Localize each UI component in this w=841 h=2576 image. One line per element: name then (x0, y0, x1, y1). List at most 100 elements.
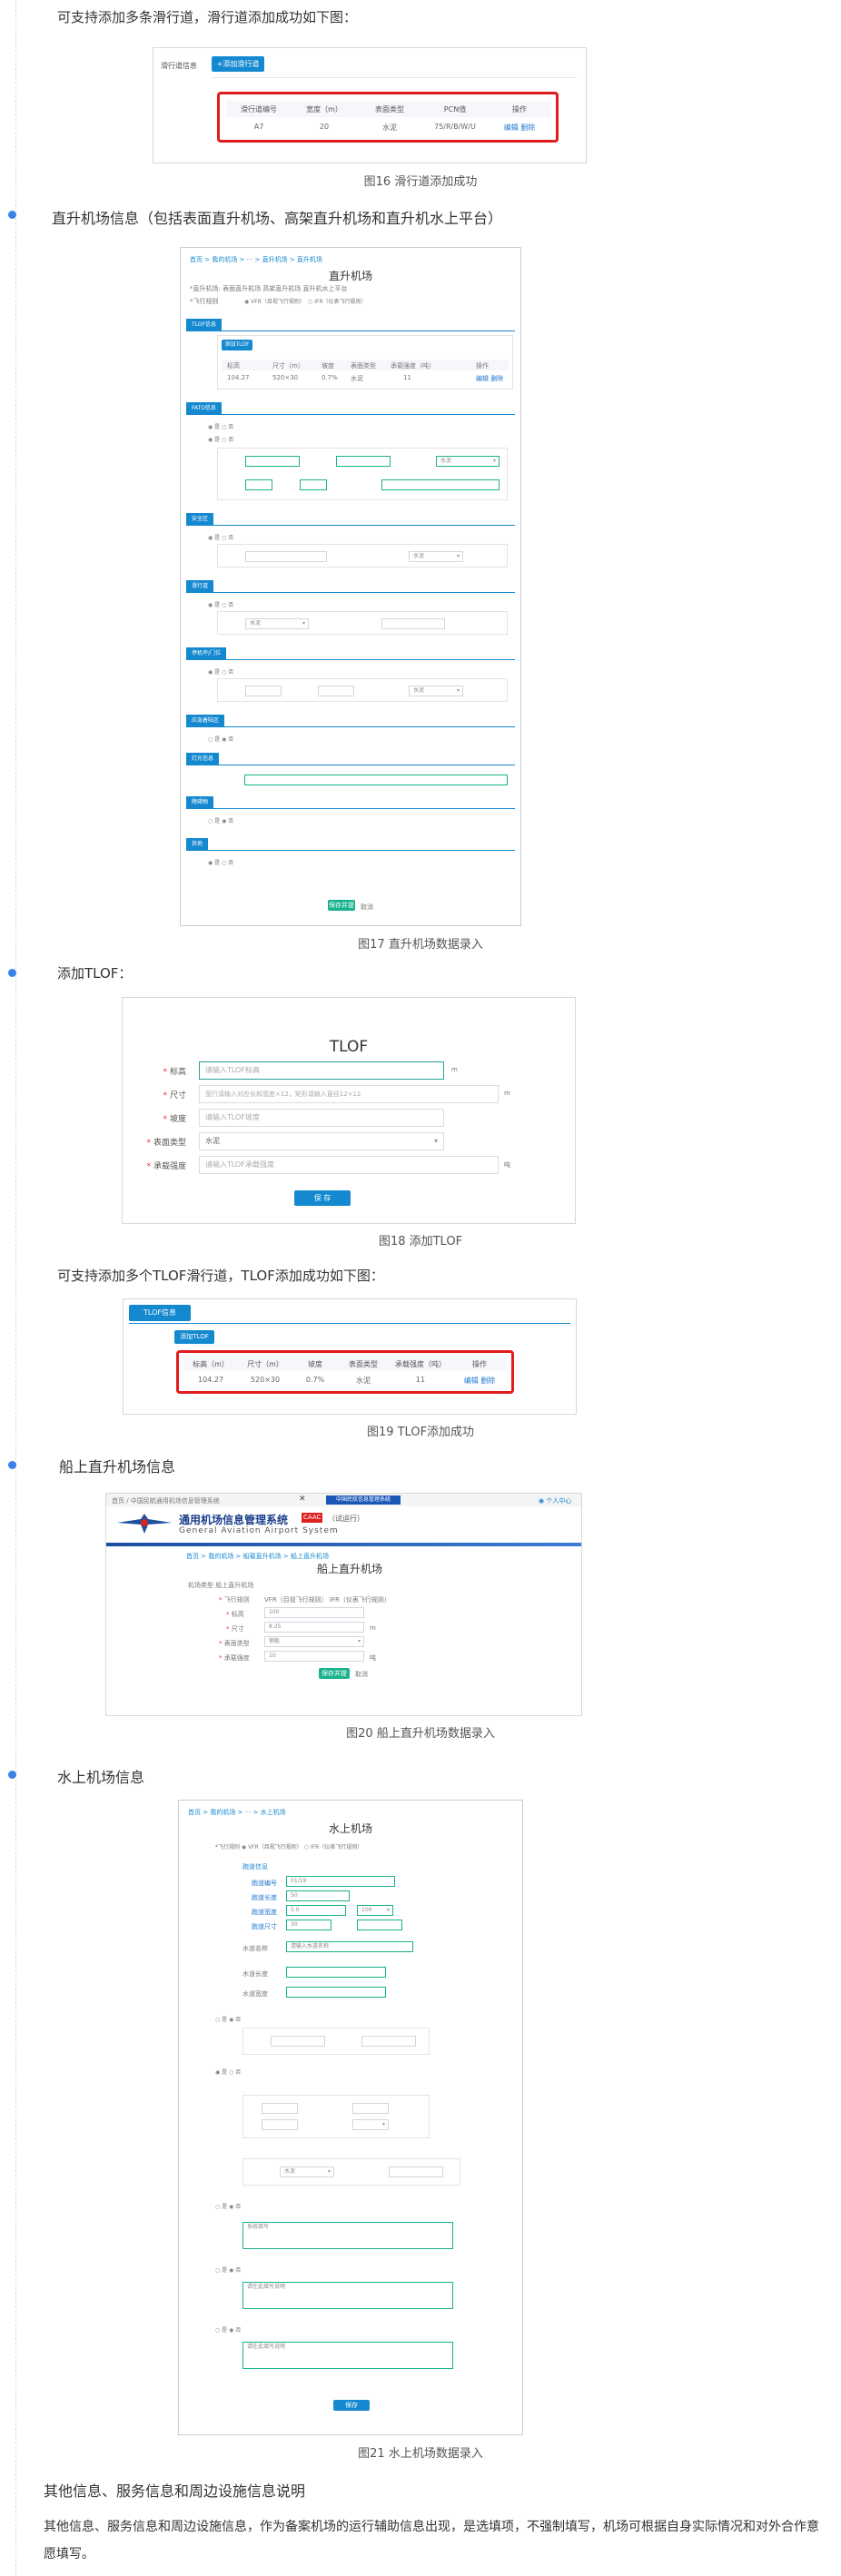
bullet-dot (8, 211, 16, 219)
save-button[interactable]: 保存 (333, 2400, 370, 2411)
caption-fig20: 图20 船上直升机场数据录入 (346, 1727, 495, 1741)
radio-emergency[interactable]: ○ 是 ◉ 否 (208, 735, 233, 743)
box-input-1[interactable] (271, 2036, 325, 2047)
edit-link[interactable]: 编辑 (464, 1377, 479, 1385)
add-tlof-button[interactable]: 添加TLOF (174, 1330, 214, 1344)
browser-tab[interactable]: 中国民航信息管理系统 (326, 1495, 401, 1505)
water-length-input[interactable] (286, 1967, 386, 1978)
elevation-input[interactable]: 100 (264, 1607, 364, 1618)
col-header-strength: 承载强度（吨） (395, 1360, 446, 1368)
radio-fato-lights[interactable]: ◉ 是 ○ 否 (208, 435, 233, 443)
unit-m: m (370, 1624, 376, 1632)
flight-rule-options[interactable]: VFR（目视飞行规则） IFR（仪表飞行规则） (264, 1595, 391, 1604)
water-name-input[interactable]: 请输入水道名称 (286, 1941, 413, 1952)
radio-fato-yes[interactable]: ◉ 是 ○ 否 (208, 422, 233, 430)
radio-flight-rules[interactable]: *飞行规则 ◉ VFR（目视飞行规则） ○ IFR（仪表飞行规则） (215, 1842, 362, 1851)
slope-input[interactable]: 请输入TLOF坡度 (199, 1109, 444, 1127)
radio-ifr[interactable]: ○ IFR（仪表飞行规则） (308, 297, 367, 305)
runway-size-input-1[interactable]: 30 (286, 1920, 331, 1930)
apron-input-2[interactable] (318, 686, 354, 696)
strength-input[interactable]: 请输入TLOF承载强度 (199, 1156, 499, 1174)
delete-link[interactable]: 删除 (520, 123, 535, 132)
note-textarea-3[interactable]: 请在此填写说明 (242, 2342, 453, 2369)
close-icon[interactable]: ✕ (299, 1495, 306, 1504)
save-submit-button[interactable]: 保存并提交 (319, 1668, 350, 1688)
add-tlof-button[interactable]: 添加TLOF (222, 340, 252, 350)
apron-input-1[interactable] (245, 686, 282, 696)
box-select-1[interactable] (352, 2119, 389, 2130)
fato-select-surface[interactable]: 水泥 (436, 456, 500, 467)
fato-input-5[interactable] (381, 479, 500, 490)
delete-link[interactable]: 删除 (480, 1377, 495, 1385)
field-label: 标高 (226, 1610, 244, 1619)
box-input-2[interactable] (361, 2036, 416, 2047)
radio-obstacles[interactable]: ○ 是 ◉ 否 (208, 816, 233, 824)
runway-number-input[interactable]: 01/19 (286, 1876, 395, 1887)
surface-select[interactable]: 水泥 (280, 2166, 334, 2177)
save-button[interactable]: 保 存 (294, 1190, 351, 1206)
strength-input[interactable]: 10 (264, 1651, 364, 1662)
size-input[interactable]: 宽行请输入对应长和宽度×12，矩形请输入直径12×12 (199, 1085, 499, 1103)
row-actions[interactable]: 编辑 删除 (476, 374, 503, 383)
col-header-size: 尺寸（m） (272, 362, 304, 370)
radio-group[interactable]: ○ 是 ◉ 否 (215, 2265, 241, 2274)
cell-slope: 0.7% (322, 374, 338, 381)
col-header-actions: 操作 (476, 362, 489, 370)
water-width-input[interactable] (286, 1987, 386, 1998)
safety-size-input[interactable] (245, 551, 327, 562)
radio-other[interactable]: ◉ 是 ○ 否 (208, 858, 233, 866)
edit-link[interactable]: 编辑 (504, 123, 519, 132)
col-header-actions: 操作 (512, 105, 527, 114)
box-input-5[interactable] (262, 2119, 298, 2130)
size-input[interactable]: 8.25 (264, 1622, 364, 1633)
cancel-button[interactable]: 取消 (361, 903, 373, 912)
note-textarea-2[interactable]: 请在此填写说明 (242, 2282, 453, 2309)
field-label: 尺寸 (226, 1624, 244, 1633)
box-input-6[interactable] (389, 2166, 443, 2177)
add-taxiway-button[interactable]: +添加滑行道 (212, 56, 264, 72)
radio-group[interactable]: ◉ 是 ○ 否 (215, 2068, 241, 2076)
taxiway-width-input[interactable] (381, 618, 445, 629)
tab-tlof-info[interactable]: TLOF信息 (129, 1305, 191, 1321)
taxiway-surface-select[interactable]: 水泥 (245, 618, 309, 629)
breadcrumb: 首页 > 我的机场 > 船载直升机场 > 船上直升机场 (186, 1553, 329, 1560)
runway-width-input[interactable]: 5.0 (286, 1905, 346, 1916)
field-label: 跑道尺寸 (252, 1923, 277, 1930)
runway-length-input[interactable]: 50 (286, 1890, 350, 1901)
radio-vfr[interactable]: ◉ VFR（目视飞行规则） (244, 297, 305, 305)
apron-surface-select[interactable]: 水泥 (409, 686, 463, 696)
radio-group[interactable]: ○ 是 ◉ 否 (215, 2325, 241, 2334)
col-header-actions: 操作 (472, 1360, 487, 1368)
col-header-slope: 坡度 (308, 1360, 322, 1368)
surface-select[interactable]: 钢板 (264, 1636, 364, 1647)
safety-surface-select[interactable]: 水泥 (409, 551, 463, 562)
surface-select[interactable]: 水泥 ▾ (199, 1132, 444, 1150)
table-header-row: 标高（m） 尺寸（m） 坡度 表面类型 承载强度（吨） 操作 (183, 1357, 507, 1370)
runway-unit-select[interactable]: 100 (357, 1905, 393, 1916)
fato-input-3[interactable] (245, 479, 272, 490)
box-input-3[interactable] (262, 2103, 298, 2114)
figure-20-ship-heliport: 首页 / 中国民航通用机场信息管理系统 ✕ 中国民航信息管理系统 ◉ 个人中心 … (105, 1493, 582, 1716)
lights-input[interactable] (244, 775, 508, 785)
cancel-button[interactable]: 取消 (355, 1670, 368, 1679)
fato-input-2[interactable] (336, 456, 391, 467)
system-title: 通用机场信息管理系统 (179, 1514, 289, 1526)
radio-apron[interactable]: ◉ 是 ○ 否 (208, 667, 233, 676)
note-textarea-1[interactable]: 系统填写 (242, 2222, 453, 2249)
radio-group[interactable]: ○ 是 ◉ 否 (215, 2015, 241, 2023)
radio-group[interactable]: ○ 是 ◉ 否 (215, 2202, 241, 2210)
section-obstacles: 障碍物 (186, 796, 214, 808)
section-safety: 安全区 (186, 513, 214, 525)
fato-input-1[interactable] (245, 456, 300, 467)
breadcrumb: 首页 > 我的机场 > ··· > 水上机场 (188, 1809, 286, 1816)
save-submit-button[interactable]: 保存并提交 (328, 900, 355, 920)
runway-size-input-2[interactable] (357, 1920, 402, 1930)
fato-input-4[interactable] (300, 479, 327, 490)
figure-21-water-airport: 首页 > 我的机场 > ··· > 水上机场 水上机场 *飞行规则 ◉ VFR（… (178, 1800, 523, 2435)
radio-safety[interactable]: ◉ 是 ○ 否 (208, 533, 233, 541)
elevation-input[interactable]: 请输入TLOF标高 (199, 1061, 444, 1080)
paragraph-taxiway-multi: 可支持添加多条滑行道，滑行道添加成功如下图： (57, 9, 358, 25)
radio-taxiway[interactable]: ◉ 是 ○ 否 (208, 600, 233, 608)
box-input-4[interactable] (352, 2103, 389, 2114)
user-icon[interactable]: ◉ 个人中心 (539, 1496, 571, 1505)
